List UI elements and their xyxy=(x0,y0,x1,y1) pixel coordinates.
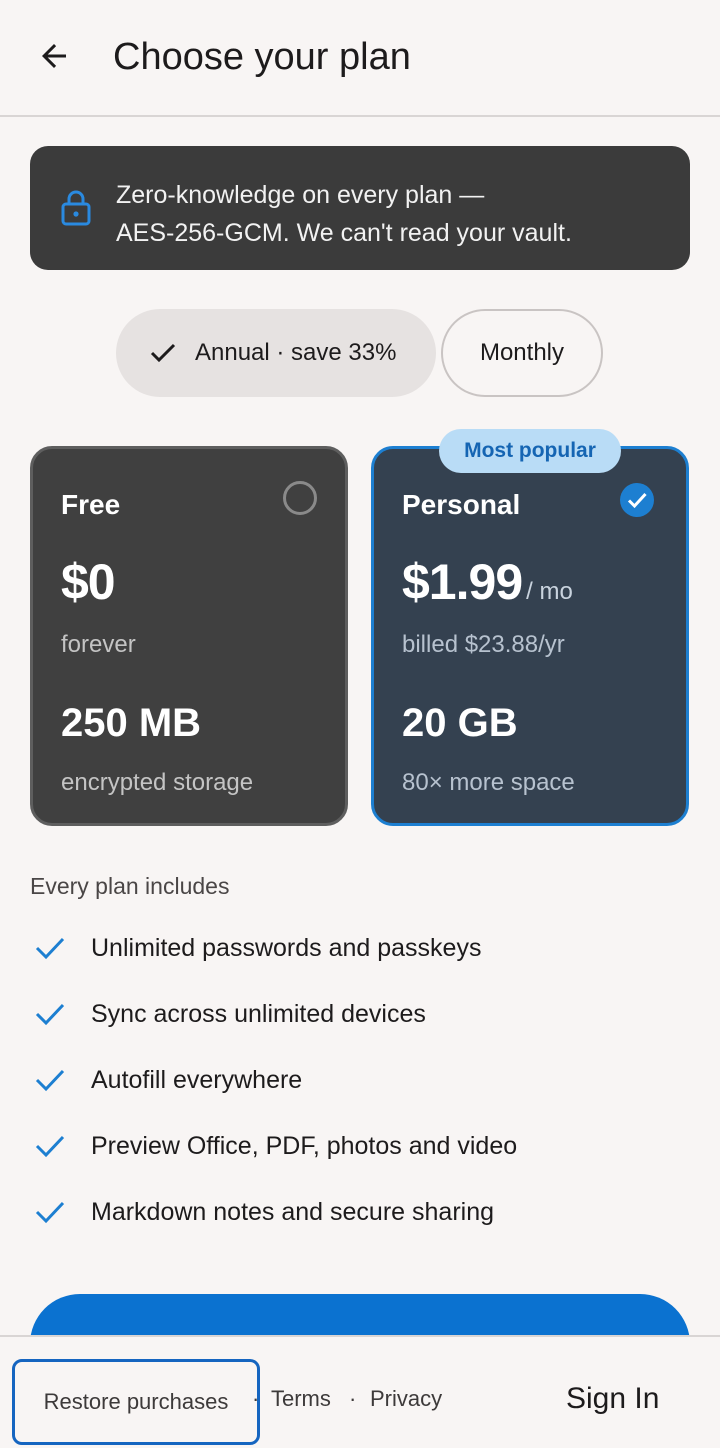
annual-toggle-button[interactable]: Annual · save 33% xyxy=(116,309,436,397)
plan-storage: 250 MB xyxy=(61,701,202,745)
terms-link[interactable]: Terms xyxy=(271,1386,331,1412)
check-icon xyxy=(35,1069,65,1092)
plan-storage-note: encrypted storage xyxy=(61,769,254,796)
feature-item: Sync across unlimited devices xyxy=(30,994,426,1034)
check-icon xyxy=(35,1003,65,1026)
page-title: Choose your plan xyxy=(113,36,411,78)
plan-subtitle: forever xyxy=(61,631,136,658)
feature-item: Unlimited passwords and passkeys xyxy=(30,928,481,968)
sign-in-button[interactable]: Sign In xyxy=(566,1382,659,1416)
radio-checked-icon[interactable] xyxy=(620,483,654,517)
banner-line-2: AES-256-GCM. We can't read your vault. xyxy=(116,219,572,247)
plan-price: $0 xyxy=(61,554,116,610)
plan-storage: 20 GB xyxy=(402,701,518,745)
monthly-toggle-button[interactable]: Monthly xyxy=(441,309,603,397)
check-icon xyxy=(35,1201,65,1224)
plan-price: $1.99/ mo xyxy=(402,553,573,611)
plan-card-personal[interactable]: Personal $1.99/ mo billed $23.88/yr 20 G… xyxy=(371,446,689,826)
arrow-back-icon xyxy=(42,44,66,68)
banner-text: Zero-knowledge on every plan — AES-256-G… xyxy=(116,176,656,252)
feature-text: Unlimited passwords and passkeys xyxy=(91,933,482,962)
feature-text: Autofill everywhere xyxy=(91,1065,303,1094)
check-icon xyxy=(35,1135,65,1158)
app-bar: Choose your plan xyxy=(0,0,720,117)
feature-item: Autofill everywhere xyxy=(30,1060,302,1100)
banner-line-1: Zero-knowledge on every plan — xyxy=(116,181,485,209)
plan-price-value: $1.99 xyxy=(402,554,523,610)
footer-separator: · xyxy=(349,1386,357,1411)
plan-name: Free xyxy=(61,489,121,520)
restore-purchases-link[interactable]: Restore purchases xyxy=(12,1359,260,1445)
feature-text: Markdown notes and secure sharing xyxy=(91,1197,495,1226)
back-button[interactable] xyxy=(30,32,78,80)
includes-heading: Every plan includes xyxy=(30,873,230,899)
plan-subtitle: billed $23.88/yr xyxy=(402,631,565,658)
plan-price-period: / mo xyxy=(526,578,573,605)
privacy-link[interactable]: Privacy xyxy=(370,1386,442,1412)
footer-separator: · xyxy=(252,1386,260,1411)
feature-item: Preview Office, PDF, photos and video xyxy=(30,1126,517,1166)
feature-text: Sync across unlimited devices xyxy=(91,999,426,1028)
radio-unselected-icon[interactable] xyxy=(283,481,317,515)
security-banner: Zero-knowledge on every plan — AES-256-G… xyxy=(30,146,690,270)
plan-storage-note: 80× more space xyxy=(402,769,575,796)
lock-icon xyxy=(61,190,91,226)
plan-name: Personal xyxy=(402,489,521,520)
check-icon xyxy=(35,937,65,960)
feature-item: Markdown notes and secure sharing xyxy=(30,1192,494,1232)
monthly-label: Monthly xyxy=(479,339,565,366)
most-popular-badge: Most popular xyxy=(439,429,621,473)
check-icon xyxy=(150,343,176,363)
annual-label: Annual · save 33% xyxy=(195,339,397,366)
plan-card-free[interactable]: Free $0 forever 250 MB encrypted storage xyxy=(30,446,348,826)
feature-text: Preview Office, PDF, photos and video xyxy=(91,1131,518,1160)
